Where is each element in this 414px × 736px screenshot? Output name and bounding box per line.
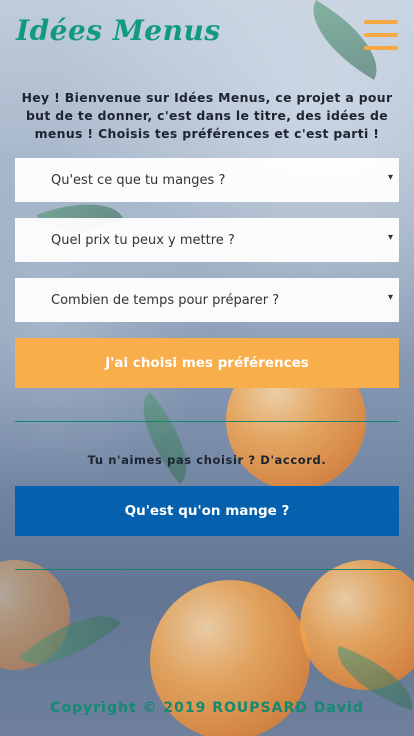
food-type-select-label: Qu'est ce que tu manges ? (51, 172, 226, 188)
divider (15, 421, 399, 422)
price-select[interactable]: Quel prix tu peux y mettre ? ▾ (15, 218, 399, 262)
intro-text: Hey ! Bienvenue sur Idées Menus, ce proj… (21, 90, 393, 141)
chevron-down-icon: ▾ (387, 232, 393, 243)
chevron-down-icon: ▾ (387, 172, 393, 183)
header: Idées Menus (0, 0, 414, 70)
divider (15, 569, 399, 570)
chevron-down-icon: ▾ (387, 292, 393, 303)
random-menu-button[interactable]: Qu'est qu'on mange ? (15, 486, 399, 536)
random-prompt-text: Tu n'aimes pas choisir ? D'accord. (87, 453, 327, 467)
prep-time-select-label: Combien de temps pour préparer ? (51, 292, 280, 308)
price-select-label: Quel prix tu peux y mettre ? (51, 232, 235, 248)
submit-preferences-button[interactable]: J'ai choisi mes préférences (15, 338, 399, 388)
food-type-select[interactable]: Qu'est ce que tu manges ? ▾ (15, 158, 399, 202)
prep-time-select[interactable]: Combien de temps pour préparer ? ▾ (15, 278, 399, 322)
footer-copyright: Copyright © 2019 ROUPSARD David (50, 700, 364, 716)
hamburger-menu-icon[interactable] (364, 20, 398, 50)
site-logo[interactable]: Idées Menus (16, 14, 221, 47)
